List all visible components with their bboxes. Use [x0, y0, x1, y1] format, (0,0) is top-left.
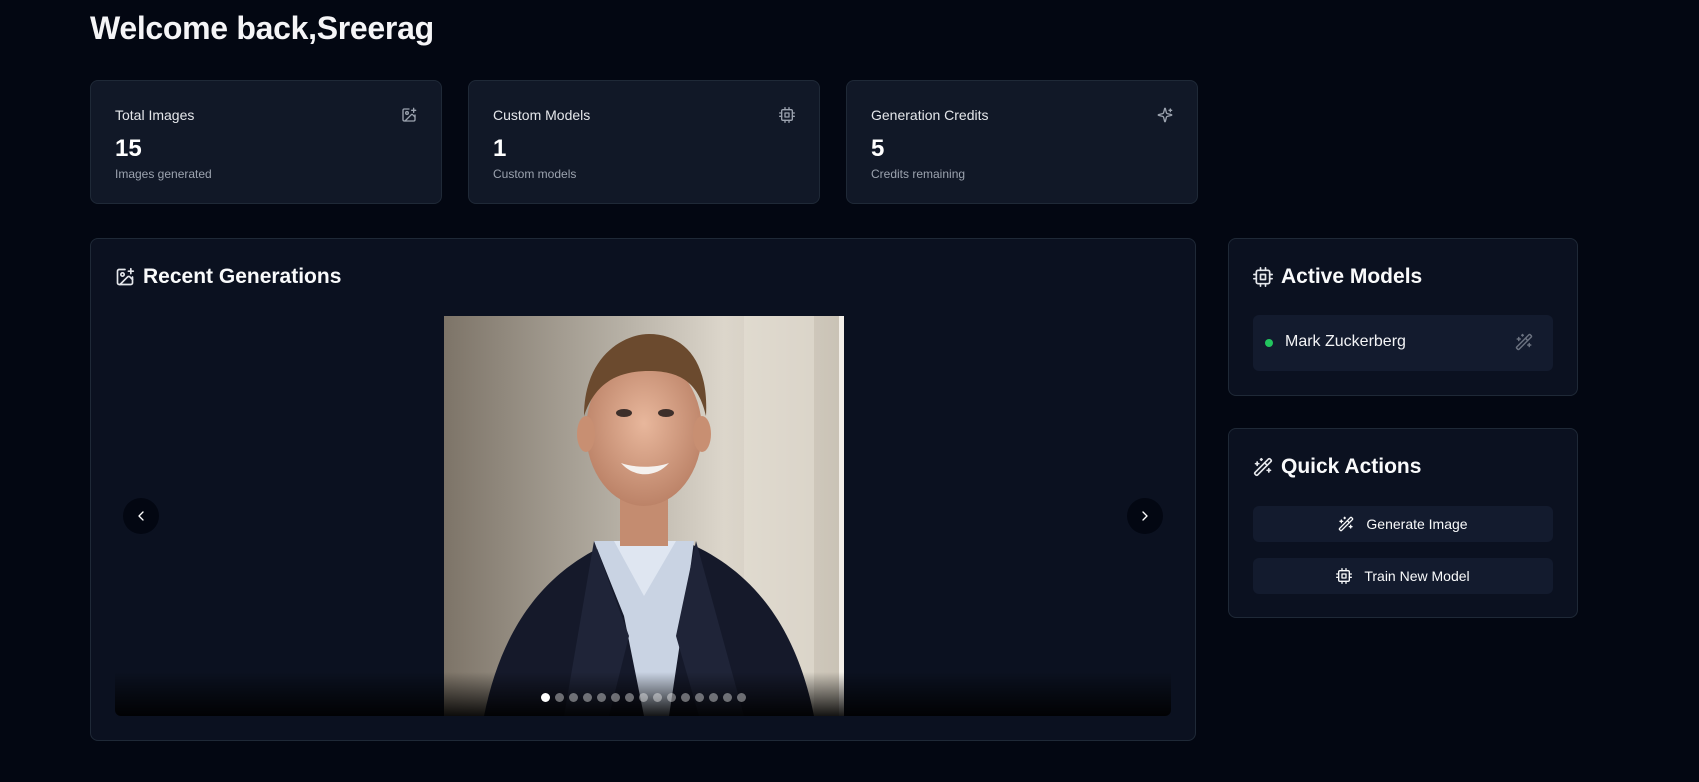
panel-title-text: Recent Generations — [143, 265, 342, 288]
recent-generations-panel: Recent Generations — [90, 238, 1196, 741]
train-new-model-button[interactable]: Train New Model — [1253, 558, 1553, 594]
recent-generations-title: Recent Generations — [115, 265, 341, 289]
quick-actions-panel: Quick Actions Generate Image Train New M… — [1228, 428, 1578, 618]
carousel-dot-13[interactable] — [708, 693, 718, 702]
carousel-next-button[interactable] — [1127, 498, 1163, 534]
carousel-dot-15[interactable] — [736, 693, 746, 702]
generated-image[interactable] — [444, 316, 844, 716]
button-label: Train New Model — [1364, 568, 1470, 584]
carousel-dot-1[interactable] — [540, 693, 550, 702]
stat-card-custom-models: Custom Models 1 Custom models — [468, 80, 820, 204]
sparkles-icon — [1157, 107, 1173, 123]
stat-value: 1 — [493, 135, 507, 162]
carousel-dot-6[interactable] — [610, 693, 620, 702]
carousel-dot-5[interactable] — [596, 693, 606, 702]
model-name: Mark Zuckerberg — [1285, 333, 1406, 350]
wand-sparkles-icon — [1253, 457, 1273, 477]
stat-value: 5 — [871, 135, 885, 162]
carousel-dot-4[interactable] — [582, 693, 592, 702]
wand-sparkles-icon[interactable] — [1515, 333, 1533, 351]
active-models-panel: Active Models Mark Zuckerberg — [1228, 238, 1578, 396]
carousel-dot-3[interactable] — [568, 693, 578, 702]
stat-label: Generation Credits — [871, 107, 989, 123]
cpu-icon — [1253, 267, 1273, 287]
carousel-dots — [115, 693, 1171, 702]
stat-subtext: Images generated — [115, 167, 212, 181]
chevron-right-icon — [1142, 511, 1148, 521]
carousel-dot-14[interactable] — [722, 693, 732, 702]
stat-card-total-images: Total Images 15 Images generated — [90, 80, 442, 204]
carousel-dot-11[interactable] — [680, 693, 690, 702]
image-plus-icon — [402, 107, 417, 122]
carousel-dot-2[interactable] — [554, 693, 564, 702]
cpu-icon — [1336, 568, 1353, 584]
carousel-dot-8[interactable] — [638, 693, 648, 702]
model-item[interactable]: Mark Zuckerberg — [1253, 315, 1553, 371]
carousel-dot-12[interactable] — [694, 693, 704, 702]
dashboard: Welcome back,Sreerag Total Images 15 Ima… — [0, 0, 1699, 782]
stat-subtext: Custom models — [493, 167, 577, 181]
stat-value: 15 — [115, 135, 142, 162]
active-status-dot — [1265, 339, 1273, 347]
stat-subtext: Credits remaining — [871, 167, 966, 181]
welcome-heading: Welcome back,Sreerag — [90, 10, 434, 46]
carousel-prev-button[interactable] — [123, 498, 159, 534]
quick-actions-title: Quick Actions — [1253, 455, 1421, 479]
carousel-dot-7[interactable] — [624, 693, 634, 702]
generate-image-button[interactable]: Generate Image — [1253, 506, 1553, 542]
portrait-image — [444, 316, 844, 716]
carousel-dot-10[interactable] — [666, 693, 676, 702]
button-label: Generate Image — [1366, 516, 1468, 532]
chevron-left-icon — [138, 511, 144, 521]
active-models-title: Active Models — [1253, 265, 1422, 289]
carousel-dot-9[interactable] — [652, 693, 662, 702]
image-plus-icon — [116, 267, 135, 286]
stat-label: Total Images — [115, 107, 195, 123]
stat-card-generation-credits: Generation Credits 5 Credits remaining — [846, 80, 1198, 204]
wand-sparkles-icon — [1339, 516, 1354, 532]
stat-label: Custom Models — [493, 107, 591, 123]
cpu-icon — [779, 107, 795, 123]
image-carousel[interactable] — [115, 316, 1171, 716]
panel-title-text: Active Models — [1281, 265, 1423, 288]
panel-title-text: Quick Actions — [1281, 455, 1422, 478]
